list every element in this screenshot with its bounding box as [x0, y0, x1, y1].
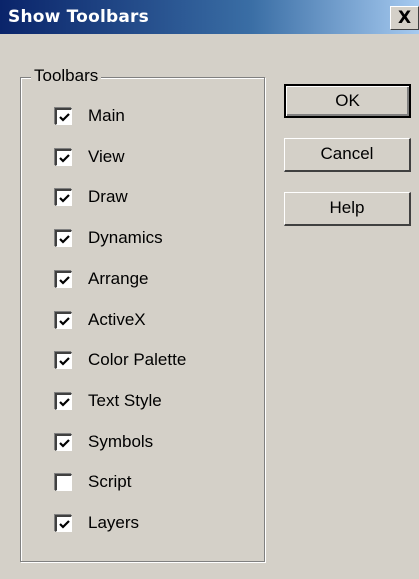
- checkmark-icon: [59, 154, 70, 163]
- checkmark-icon: [59, 439, 70, 448]
- toolbar-checkbox-layers[interactable]: [55, 515, 72, 532]
- toolbar-checkbox-draw[interactable]: [55, 189, 72, 206]
- close-button[interactable]: X: [390, 6, 419, 30]
- toolbar-option-label: Draw: [88, 187, 128, 206]
- toolbar-option-label: Arrange: [88, 269, 149, 288]
- toolbar-checkbox-dynamics[interactable]: [55, 230, 72, 247]
- toolbar-option-label: Symbols: [88, 432, 154, 451]
- checkmark-icon: [59, 520, 70, 529]
- toolbar-option-label: Color Palette: [88, 350, 187, 369]
- toolbar-option-label: Main: [88, 106, 125, 125]
- checkmark-icon: [59, 276, 70, 285]
- toolbar-option-label: View: [88, 147, 125, 166]
- toolbar-option-label: Text Style: [88, 391, 162, 410]
- checkmark-icon: [59, 398, 70, 407]
- toolbar-option-label: Dynamics: [88, 228, 163, 247]
- toolbar-checkbox-activex[interactable]: [55, 312, 72, 329]
- toolbar-checkbox-main[interactable]: [55, 108, 72, 125]
- toolbar-checkbox-text-style[interactable]: [55, 393, 72, 410]
- toolbar-checkbox-arrange[interactable]: [55, 271, 72, 288]
- dialog-title: Show Toolbars: [8, 7, 149, 27]
- toolbar-checkbox-script[interactable]: [55, 474, 72, 491]
- checkmark-icon: [59, 113, 70, 122]
- help-button[interactable]: Help: [284, 192, 411, 226]
- checkmark-icon: [59, 235, 70, 244]
- toolbars-group-legend: Toolbars: [31, 66, 102, 86]
- toolbar-checkbox-symbols[interactable]: [55, 434, 72, 451]
- toolbar-checkbox-color-palette[interactable]: [55, 352, 72, 369]
- checkmark-icon: [59, 317, 70, 326]
- checkmark-icon: [59, 357, 70, 366]
- checkmark-icon: [59, 194, 70, 203]
- toolbar-checkbox-view[interactable]: [55, 149, 72, 166]
- show-toolbars-dialog: Show Toolbars X Toolbars Main View Draw Dyn…: [0, 0, 419, 579]
- toolbar-option-label: ActiveX: [88, 310, 146, 329]
- ok-button[interactable]: OK: [284, 84, 411, 118]
- toolbar-option-label: Layers: [88, 513, 140, 532]
- cancel-button[interactable]: Cancel: [284, 138, 411, 172]
- toolbar-option-label: Script: [88, 472, 132, 491]
- title-bar[interactable]: Show Toolbars X: [0, 0, 419, 34]
